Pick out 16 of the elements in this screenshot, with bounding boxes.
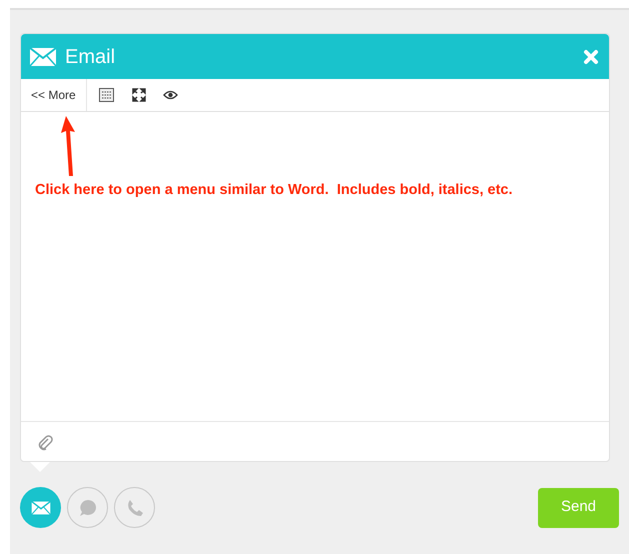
dialog-title: Email [65,44,116,70]
envelope-icon [29,46,57,66]
paperclip-icon [36,432,54,450]
message-body-field[interactable]: Click here to open a menu similar to Word. Includes bold, italics, etc. [21,112,609,422]
channel-button[interactable] [114,487,155,528]
keyboard-button[interactable] [96,85,117,105]
keyboard-icon [99,88,114,102]
more-button[interactable]: << More [21,79,87,111]
expand-icon [132,88,146,102]
channel-button[interactable] [20,487,61,528]
eye-icon [163,90,178,100]
envelope-icon [30,500,50,516]
annotation-text: Click here to open a menu similar to Word. Includes bold, italics, etc. [35,181,514,200]
speech-bubble-icon [78,498,98,518]
channel-button[interactable] [67,487,108,528]
close-icon [583,48,599,64]
